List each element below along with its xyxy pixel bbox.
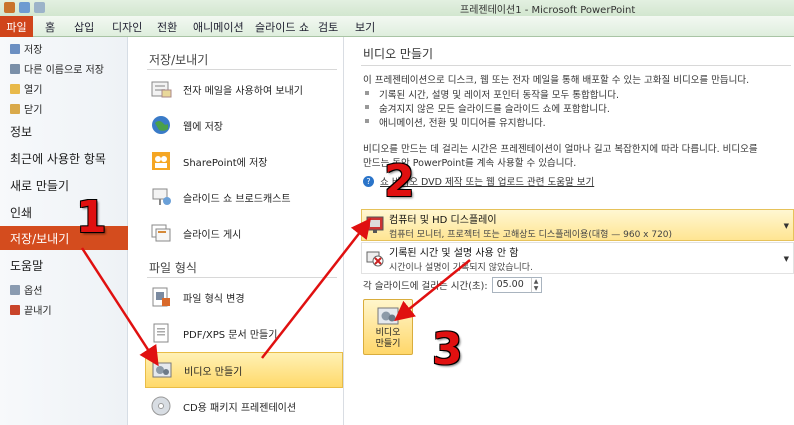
bullet-item: 숨겨지지 않은 모든 슬라이드를 슬라이드 쇼에 포함합니다. — [365, 101, 610, 115]
menu-options[interactable]: 옵션 — [0, 282, 128, 297]
annotation-number-2: 2 — [384, 156, 415, 207]
folder-open-icon — [10, 83, 20, 94]
bullet-item: 기록된 시간, 설명 및 레이저 포인터 동작을 모두 통합합니다. — [365, 87, 619, 101]
quality-dropdown[interactable]: 컴퓨터 및 HD 디스플레이 컴퓨터 모니터, 프로젝터 또는 고해상도 디스플… — [361, 209, 794, 241]
options-icon — [10, 284, 20, 295]
bullet-item: 애니메이션, 전환 및 미디어를 유지합니다. — [365, 115, 546, 129]
tab-design[interactable]: 디자인 — [112, 19, 142, 35]
tab-view[interactable]: 보기 — [355, 19, 375, 35]
divider — [361, 65, 791, 66]
window-title: 프레젠테이션1 - Microsoft PowerPoint — [460, 5, 636, 16]
menu-print[interactable]: 인쇄 — [0, 204, 128, 221]
tab-transitions[interactable]: 전환 — [157, 19, 177, 35]
panel-description: 이 프레젠테이션으로 디스크, 웹 또는 전자 메일을 통해 배포할 수 있는 … — [363, 75, 750, 86]
option-save-web[interactable]: 웹에 저장 — [149, 107, 339, 143]
option-create-video[interactable]: 비디오 만들기 — [145, 352, 343, 388]
option-send-email[interactable]: 전자 메일을 사용하여 보내기 — [149, 71, 339, 107]
publish-slides-icon — [149, 221, 173, 245]
tab-slideshow[interactable]: 슬라이드 쇼 — [255, 19, 309, 35]
spinner-arrows-icon[interactable]: ▲ ▼ — [530, 278, 541, 292]
menu-exit[interactable]: 끝내기 — [0, 302, 128, 317]
create-video-panel: 비디오 만들기 이 프레젠테이션으로 디스크, 웹 또는 전자 메일을 통해 배… — [345, 37, 794, 425]
menu-new[interactable]: 새로 만들기 — [0, 177, 128, 194]
panel-title: 비디오 만들기 — [363, 47, 434, 61]
powerpoint-logo-icon — [4, 2, 15, 13]
option-package-cd[interactable]: CD용 패키지 프레젠테이션 — [149, 388, 339, 424]
backstage-left-menu: 저장 다른 이름으로 저장 열기 닫기 정보 최근에 사용한 항목 새로 만들기… — [0, 37, 128, 425]
save-send-options: 저장/보내기 전자 메일을 사용하여 보내기 웹에 저장 SharePoint에… — [129, 37, 344, 425]
menu-open[interactable]: 열기 — [0, 81, 128, 96]
folder-close-icon — [10, 103, 20, 114]
monitor-icon — [366, 216, 384, 233]
broadcast-icon — [149, 185, 173, 209]
tab-insert[interactable]: 삽입 — [74, 19, 94, 35]
timings-dropdown[interactable]: 기록된 시간 및 설명 사용 안 함 시간이나 설명이 기록되지 않았습니다. … — [361, 242, 794, 274]
exit-icon — [10, 304, 20, 315]
divider — [147, 277, 337, 278]
menu-close[interactable]: 닫기 — [0, 101, 128, 116]
tab-review[interactable]: 검토 — [318, 19, 338, 35]
menu-recent[interactable]: 최근에 사용한 항목 — [0, 150, 128, 167]
tab-home[interactable]: 홈 — [45, 19, 55, 35]
cd-icon — [149, 394, 173, 418]
help-icon: ? — [363, 175, 374, 187]
sharepoint-icon — [149, 149, 173, 173]
annotation-number-1: 1 — [76, 192, 107, 243]
menu-help[interactable]: 도움말 — [0, 257, 128, 274]
save-icon — [10, 43, 20, 54]
change-file-type-icon — [149, 285, 173, 309]
annotation-number-3: 3 — [432, 324, 463, 375]
menu-save[interactable]: 저장 — [0, 41, 128, 56]
video-icon — [377, 307, 399, 325]
option-broadcast[interactable]: 슬라이드 쇼 브로드캐스트 — [149, 179, 339, 215]
ribbon-tabs: 파일 홈 삽입 디자인 전환 애니메이션 슬라이드 쇼 검토 보기 — [0, 16, 794, 37]
dropdown-arrow-icon[interactable]: ▼ — [784, 255, 789, 263]
globe-icon — [149, 113, 173, 137]
tab-file[interactable]: 파일 — [0, 16, 33, 37]
option-create-pdf[interactable]: PDF/XPS 문서 만들기 — [149, 315, 339, 351]
tab-animations[interactable]: 애니메이션 — [193, 19, 244, 35]
quick-access-toolbar — [4, 2, 45, 13]
title-bar: 프레젠테이션1 - Microsoft PowerPoint — [0, 0, 794, 16]
timings-dropdown-text: 기록된 시간 및 설명 사용 안 함 시간이나 설명이 기록되지 않았습니다. — [389, 247, 533, 273]
create-video-button[interactable]: 비디오 만들기 — [363, 299, 413, 355]
time-note-line1: 비디오를 만드는 데 걸리는 시간은 프레젠테이션이 얼마나 길고 복잡한지에 … — [363, 144, 758, 155]
option-save-sharepoint[interactable]: SharePoint에 저장 — [149, 143, 339, 179]
email-icon — [149, 77, 173, 101]
timings-icon — [366, 251, 384, 267]
menu-save-send[interactable]: 저장/보내기 — [0, 226, 128, 250]
section-header-file-types: 파일 형식 — [149, 261, 197, 275]
pdf-document-icon — [149, 321, 173, 345]
option-change-file-type[interactable]: 파일 형식 변경 — [149, 279, 339, 315]
seconds-label: 각 슬라이드에 걸리는 시간(초): — [363, 281, 488, 292]
quality-dropdown-text: 컴퓨터 및 HD 디스플레이 컴퓨터 모니터, 프로젝터 또는 고해상도 디스플… — [389, 214, 673, 240]
section-header-save-send: 저장/보내기 — [149, 53, 209, 67]
menu-save-as[interactable]: 다른 이름으로 저장 — [0, 61, 128, 76]
dropdown-arrow-icon[interactable]: ▼ — [784, 222, 789, 230]
video-icon — [150, 358, 174, 382]
option-publish-slides[interactable]: 슬라이드 게시 — [149, 215, 339, 251]
save-as-icon — [10, 63, 20, 74]
divider — [147, 69, 337, 70]
create-video-button-label: 비디오 만들기 — [375, 328, 401, 349]
seconds-per-slide-row: 각 슬라이드에 걸리는 시간(초): 05.00 ▲ ▼ — [363, 277, 542, 293]
save-icon[interactable] — [19, 2, 30, 13]
undo-icon[interactable] — [34, 2, 45, 13]
menu-info[interactable]: 정보 — [0, 123, 128, 140]
seconds-spinner[interactable]: 05.00 ▲ ▼ — [491, 277, 542, 293]
